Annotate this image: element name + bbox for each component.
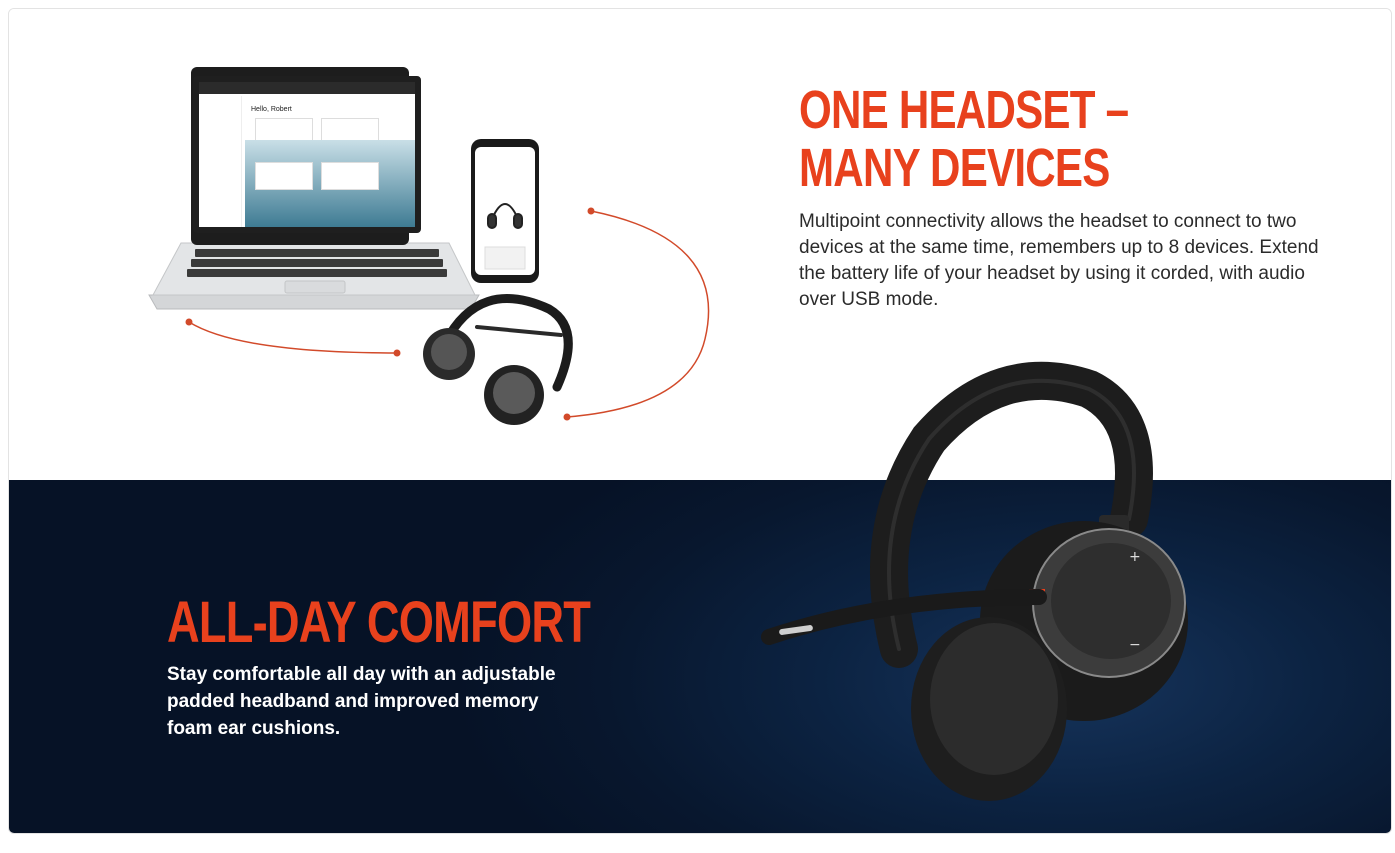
laptop-app-tile bbox=[321, 162, 379, 190]
description-multipoint: Multipoint connectivity allows the heads… bbox=[799, 211, 1319, 310]
svg-text:+: + bbox=[1129, 549, 1141, 565]
description-comfort: Stay comfortable all day with an adjusta… bbox=[167, 664, 556, 739]
laptop-screen: Hello, Robert bbox=[193, 76, 421, 233]
connection-dot bbox=[185, 318, 193, 326]
laptop-touchpad bbox=[284, 280, 346, 294]
connection-dot bbox=[587, 207, 595, 215]
headline-multipoint-line1: ONE HEADSET – bbox=[799, 80, 1129, 140]
small-headset-icon bbox=[423, 294, 573, 425]
product-banner: + − Hello, Robert ONE HEADSET – MANY DEV… bbox=[8, 8, 1392, 834]
connection-dot bbox=[393, 349, 401, 357]
laptop-app-greeting: Hello, Robert bbox=[251, 106, 292, 113]
laptop-keyboard bbox=[187, 249, 447, 277]
connection-dot bbox=[563, 413, 571, 421]
laptop-app-sidebar bbox=[199, 96, 242, 227]
connection-curve-phone bbox=[566, 210, 710, 418]
laptop-app-tile bbox=[255, 162, 313, 190]
laptop-app-topbar bbox=[199, 82, 415, 94]
laptop-base bbox=[148, 294, 480, 310]
large-headset-icon: + − bbox=[761, 361, 1188, 801]
connection-curve-laptop bbox=[188, 321, 398, 354]
headline-comfort: ALL-DAY COMFORT bbox=[167, 590, 591, 655]
svg-text:−: − bbox=[1129, 637, 1141, 653]
headline-multipoint-line2: MANY DEVICES bbox=[799, 138, 1110, 198]
